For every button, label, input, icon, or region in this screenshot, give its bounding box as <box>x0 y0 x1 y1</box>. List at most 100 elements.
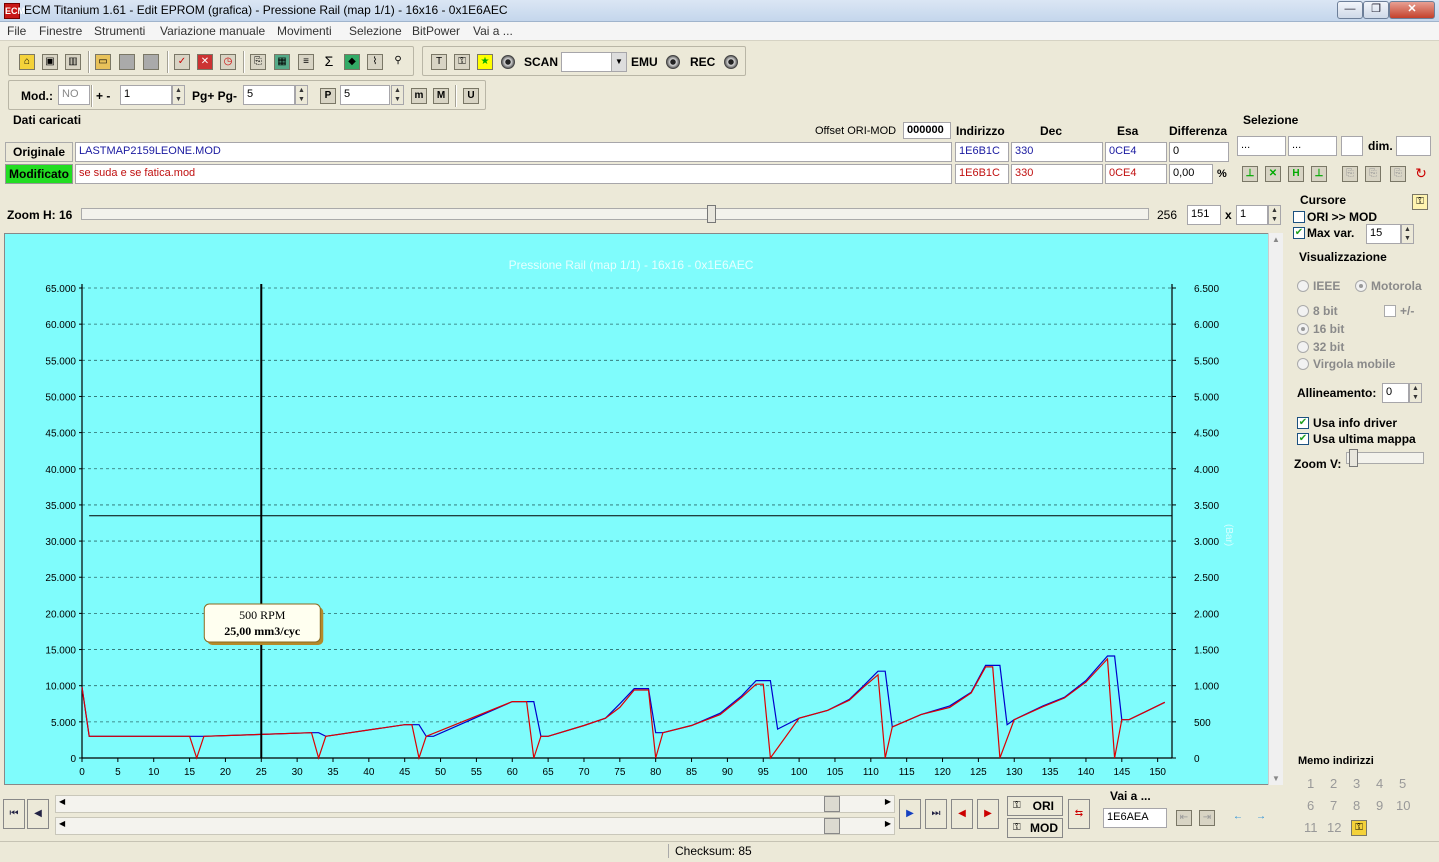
memo-6[interactable]: 6 <box>1307 798 1314 813</box>
pressure-chart[interactable]: Pressione Rail (map 1/1) - 16x16 - 0x1E6… <box>5 234 1269 784</box>
max-var-field[interactable]: 15 <box>1366 224 1401 244</box>
motorola-radio[interactable] <box>1355 280 1367 292</box>
menu-bitpower[interactable]: BitPower <box>412 24 460 38</box>
m-big-icon[interactable]: M <box>433 88 449 104</box>
runner-icon[interactable]: ★ <box>477 54 493 70</box>
plus-minus-stepper[interactable]: ▲ ▼ <box>172 85 185 105</box>
m-small-icon[interactable]: m <box>411 88 427 104</box>
checksum-off-icon[interactable]: ✕ <box>197 54 213 70</box>
list-icon[interactable]: ≡ <box>298 54 314 70</box>
p-stepper[interactable]: ▲ ▼ <box>391 85 404 105</box>
home-icon[interactable]: ⌂ <box>19 54 35 70</box>
allineamento-field[interactable]: 0 <box>1382 383 1409 403</box>
menu-finestre[interactable]: Finestre <box>39 24 82 38</box>
maximize-button[interactable]: ❐ <box>1363 1 1389 19</box>
open-folder-icon[interactable]: ▭ <box>95 54 111 70</box>
select-end-icon[interactable]: ⊥ <box>1311 166 1327 182</box>
close-button[interactable]: ✕ <box>1389 1 1435 19</box>
memo-3[interactable]: 3 <box>1353 776 1360 791</box>
zoom-mult-field[interactable]: 1 <box>1236 205 1268 225</box>
zoom-v-slider[interactable] <box>1346 449 1424 467</box>
chart-vertical-scrollbar[interactable]: ▲ ▼ <box>1268 233 1283 785</box>
select-clear-icon[interactable]: ✕ <box>1265 166 1281 182</box>
ori-mod-checkbox[interactable] <box>1293 211 1305 223</box>
dim-field[interactable] <box>1396 136 1431 156</box>
zoom-h-thumb[interactable] <box>707 205 717 223</box>
chart-3d-icon[interactable]: ◆ <box>344 54 360 70</box>
rec-dot-icon[interactable] <box>724 55 738 69</box>
memo-10[interactable]: 10 <box>1396 798 1410 813</box>
16bit-radio[interactable] <box>1297 323 1309 335</box>
memo-11[interactable]: 11 <box>1304 820 1318 835</box>
binoculars-icon[interactable]: ⚲ <box>390 54 406 70</box>
calc-icon[interactable]: ▦ <box>274 54 290 70</box>
scroll-left-icon[interactable]: ◀ <box>59 819 65 828</box>
horizontal-scrollbar-ori[interactable]: ◀ ▶ <box>55 795 895 813</box>
last-page-icon[interactable]: ⏭ <box>925 799 947 829</box>
scroll-up-icon[interactable]: ▲ <box>1272 235 1280 244</box>
copy-icon[interactable]: ⎘ <box>250 54 266 70</box>
horizontal-scrollbar-mod[interactable]: ◀ ▶ <box>55 817 895 835</box>
memo-1[interactable]: 1 <box>1307 776 1314 791</box>
selezione-end-field[interactable]: ... <box>1288 136 1337 156</box>
max-var-checkbox[interactable]: ✔ <box>1293 227 1305 239</box>
vai-a-field[interactable]: 1E6AEA <box>1103 808 1167 828</box>
menu-variazione-manuale[interactable]: Variazione manuale <box>160 24 265 38</box>
memo-next-icon[interactable]: → <box>1253 810 1269 826</box>
32bit-radio[interactable] <box>1297 341 1309 353</box>
select-move-icon[interactable]: ⎘ <box>1390 166 1406 182</box>
save-icon[interactable] <box>119 54 135 70</box>
memo-8[interactable]: 8 <box>1353 798 1360 813</box>
memo-7[interactable]: 7 <box>1330 798 1337 813</box>
menu-selezione[interactable]: Selezione <box>349 24 402 38</box>
selezione-small-field[interactable] <box>1341 136 1363 156</box>
panel-icon[interactable]: ▥ <box>65 54 81 70</box>
prev-page-icon[interactable]: ◀ <box>27 799 49 829</box>
menu-strumenti[interactable]: Strumenti <box>94 24 145 38</box>
padlock-icon[interactable]: ⚿ <box>1412 194 1428 210</box>
windows-icon[interactable]: ▣ <box>42 54 58 70</box>
select-mid-icon[interactable]: H <box>1288 166 1304 182</box>
zoom-h-value[interactable]: 151 <box>1187 205 1221 225</box>
zoom-mult-stepper[interactable]: ▲ ▼ <box>1268 205 1281 225</box>
scroll-right-icon[interactable]: ▶ <box>885 797 891 806</box>
memo-save-icon[interactable]: ⚿ <box>1351 820 1367 836</box>
lock-icon[interactable]: ⚿ <box>454 54 470 70</box>
memo-2[interactable]: 2 <box>1330 776 1337 791</box>
mod-field[interactable]: NO <box>58 85 90 105</box>
max-var-stepper[interactable]: ▲ ▼ <box>1401 224 1414 244</box>
modificato-dec[interactable]: 330 <box>1011 164 1103 184</box>
ieee-radio[interactable] <box>1297 280 1309 292</box>
refresh-icon[interactable]: ↻ <box>1413 166 1429 182</box>
scroll-down-icon[interactable]: ▼ <box>1272 774 1280 783</box>
plus-minus-field[interactable]: 1 <box>120 85 172 105</box>
usa-info-driver-checkbox[interactable]: ✔ <box>1297 417 1309 429</box>
checksum-icon[interactable]: ✓ <box>174 54 190 70</box>
sigma-icon[interactable]: Σ <box>321 54 337 70</box>
save-as-icon[interactable] <box>143 54 159 70</box>
scan-combo[interactable]: ▼ <box>561 52 627 72</box>
usa-ultima-mappa-checkbox[interactable]: ✔ <box>1297 433 1309 445</box>
virgola-radio[interactable] <box>1297 358 1309 370</box>
next-diff-icon[interactable]: ▶ <box>977 799 999 829</box>
originale-esa[interactable]: 0CE4 <box>1105 142 1167 162</box>
memo-5[interactable]: 5 <box>1399 776 1406 791</box>
selezione-start-field[interactable]: ... <box>1237 136 1286 156</box>
goto-end-icon[interactable]: ⇥ <box>1199 810 1215 826</box>
zoom-v-thumb[interactable] <box>1349 449 1358 467</box>
select-paste-icon[interactable]: ⎘ <box>1365 166 1381 182</box>
u-icon[interactable]: U <box>463 88 479 104</box>
t-icon[interactable]: T <box>431 54 447 70</box>
scroll-thumb-mod[interactable] <box>824 818 840 834</box>
menu-file[interactable]: File <box>7 24 26 38</box>
graph-icon[interactable]: ⌇ <box>367 54 383 70</box>
memo-12[interactable]: 12 <box>1327 820 1341 835</box>
p-field[interactable]: 5 <box>340 85 390 105</box>
record-dot-icon[interactable] <box>501 55 515 69</box>
allineamento-stepper[interactable]: ▲ ▼ <box>1409 383 1422 403</box>
memo-9[interactable]: 9 <box>1376 798 1383 813</box>
menu-movimenti[interactable]: Movimenti <box>277 24 332 38</box>
signed-checkbox[interactable] <box>1384 305 1396 317</box>
modificato-esa[interactable]: 0CE4 <box>1105 164 1167 184</box>
scroll-right-icon[interactable]: ▶ <box>885 819 891 828</box>
